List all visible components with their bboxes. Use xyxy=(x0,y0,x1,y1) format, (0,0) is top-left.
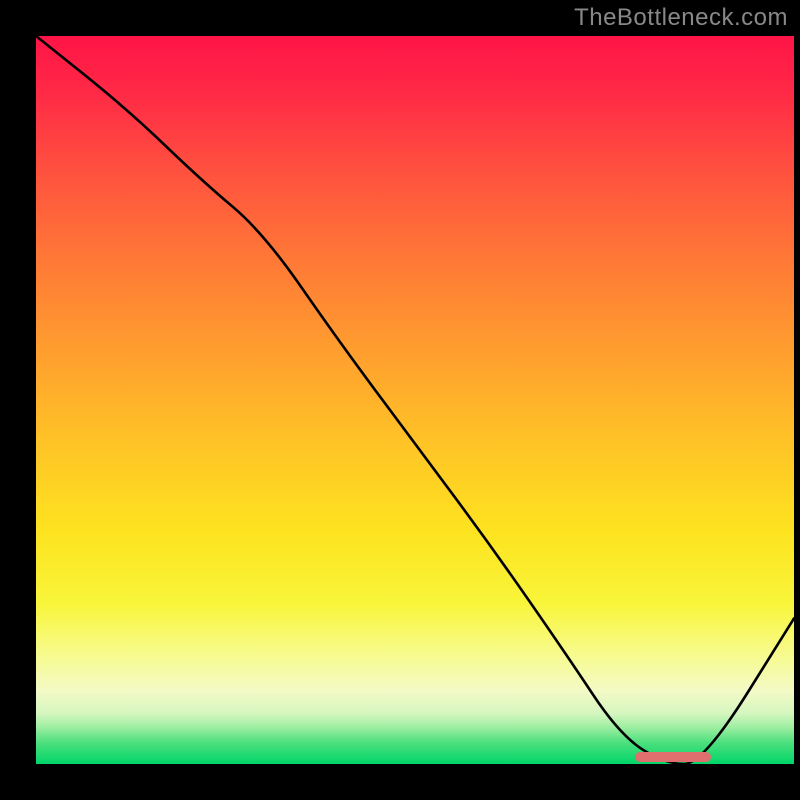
chart-root: TheBottleneck.com xyxy=(0,0,800,800)
watermark-label: TheBottleneck.com xyxy=(574,4,788,32)
bottleneck-curve xyxy=(36,36,794,764)
curve-layer xyxy=(36,36,794,764)
optimal-range-marker xyxy=(635,752,711,762)
plot-area xyxy=(36,36,794,764)
